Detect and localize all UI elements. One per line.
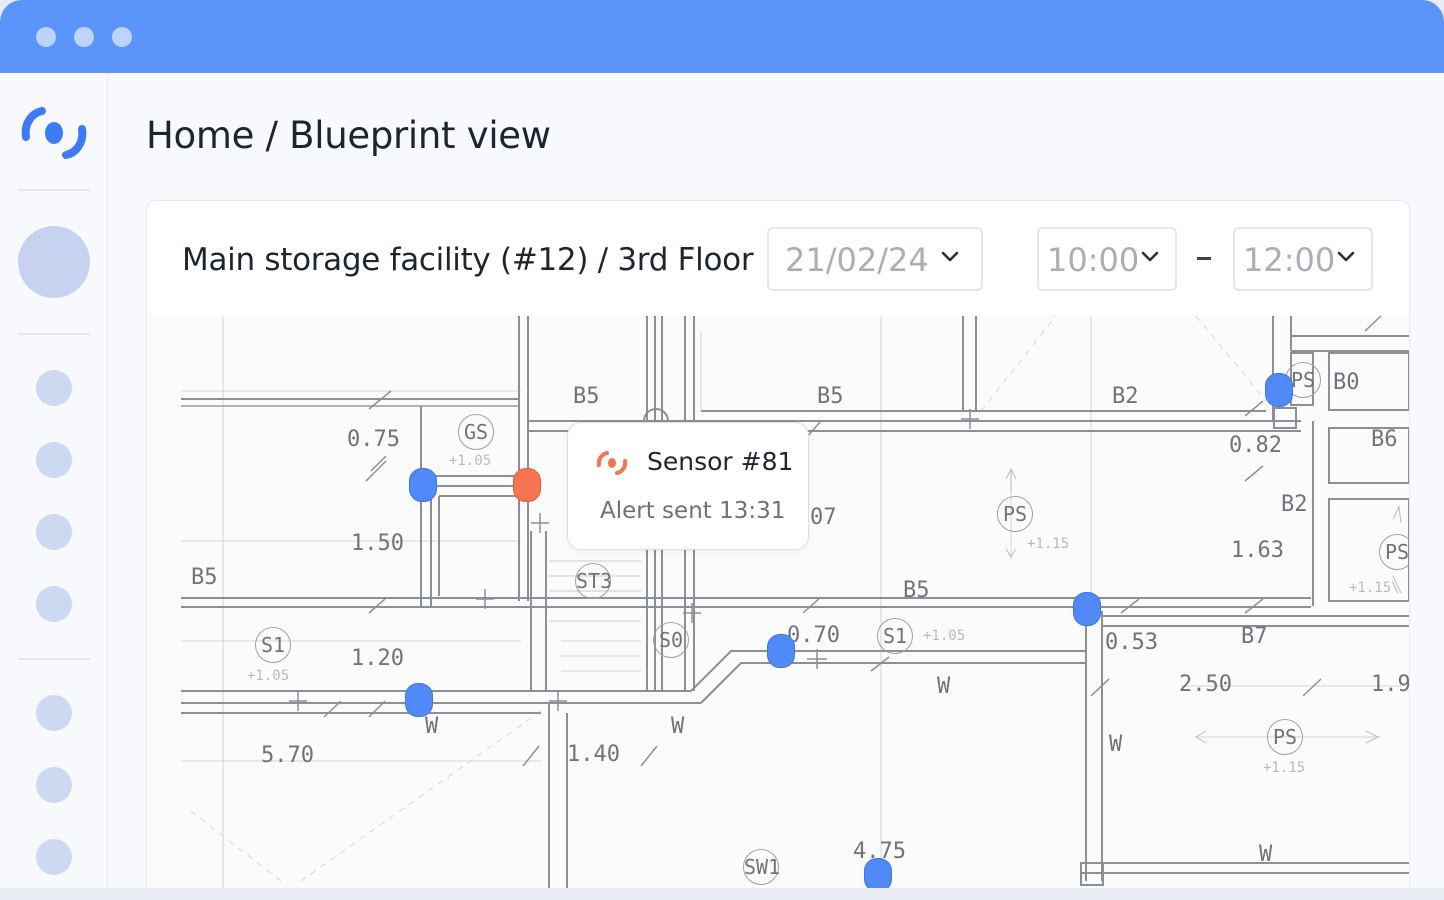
window-close-dot[interactable]	[36, 27, 56, 47]
blueprint-label: B6	[1371, 427, 1398, 452]
window-minimize-dot[interactable]	[74, 27, 94, 47]
blueprint-label: 0.75	[347, 427, 400, 452]
sensor-marker[interactable]	[409, 468, 437, 502]
blueprint-symbol: SW1	[743, 849, 780, 885]
blueprint-label: B5	[191, 565, 218, 590]
sidebar-divider	[18, 333, 90, 335]
blueprint-label: B5	[573, 384, 600, 409]
sidebar-divider	[18, 189, 90, 191]
blueprint-label: B2	[1112, 384, 1139, 409]
blueprint-label: 1.63	[1231, 538, 1284, 563]
blueprint-label: B5	[903, 578, 930, 603]
blueprint-label: 0.70	[787, 623, 840, 648]
time-to-value: 12:00	[1243, 241, 1336, 279]
blueprint-label: B7	[1241, 624, 1268, 649]
blueprint-label: W	[937, 674, 951, 699]
sensor-marker[interactable]	[864, 858, 892, 888]
brand-logo-icon[interactable]	[20, 107, 88, 159]
blueprint-label: 5.70	[261, 743, 314, 768]
sensor-marker[interactable]	[405, 683, 433, 717]
sidebar-nav-item-2[interactable]	[36, 442, 72, 478]
blueprint-elevation: +1.05	[923, 628, 966, 644]
blueprint-symbol: S1	[255, 627, 291, 663]
date-value: 21/02/24	[785, 241, 929, 279]
blueprint-canvas[interactable]: B5 B5 B2 B0 B6 B2 0.75 1.50 B5 1.20 5.70…	[147, 314, 1409, 888]
sensor-marker-alert[interactable]	[513, 468, 541, 502]
blueprint-label: W	[1259, 842, 1273, 867]
facility-title: Main storage facility (#12) / 3rd Floor	[182, 242, 754, 278]
user-avatar[interactable]	[18, 226, 90, 298]
sensor-marker[interactable]	[1073, 592, 1101, 626]
blueprint-symbol: GS	[458, 414, 494, 450]
blueprint-label: 1.40	[567, 742, 620, 767]
blueprint-label: B2	[1281, 492, 1308, 517]
blueprint-label: 1.50	[351, 531, 404, 556]
window-maximize-dot[interactable]	[112, 27, 132, 47]
blueprint-symbol: S1	[877, 618, 913, 654]
sensor-tooltip: Sensor #81 Alert sent 13:31	[567, 422, 809, 550]
tooltip-title: Sensor #81	[647, 447, 794, 476]
time-range-separator	[1197, 257, 1211, 260]
blueprint-label: 1.20	[351, 646, 404, 671]
time-to-select[interactable]: 12:00	[1233, 227, 1373, 291]
sidebar-nav-item-7[interactable]	[36, 839, 72, 875]
blueprint-symbol: PS	[997, 496, 1033, 532]
blueprint-elevation: +1.15	[1027, 536, 1070, 552]
sidebar	[0, 73, 108, 888]
blueprint-elevation: +1.15\	[1349, 580, 1400, 596]
sidebar-divider	[18, 658, 90, 660]
app-window: Home / Blueprint view Main storage facil…	[0, 0, 1444, 888]
blueprint-label: 0.82	[1229, 433, 1282, 458]
chevron-down-icon	[1337, 251, 1355, 262]
blueprint-elevation: +1.05	[247, 668, 290, 684]
chevron-down-icon	[941, 251, 959, 262]
sidebar-nav-item-5[interactable]	[36, 695, 72, 731]
sensor-marker[interactable]	[767, 634, 795, 668]
blueprint-label: 1.9	[1371, 672, 1410, 697]
blueprint-label: 07	[810, 505, 837, 530]
blueprint-label: W	[1109, 732, 1123, 757]
blueprint-symbol: PS	[1379, 534, 1409, 570]
blueprint-label: B5	[817, 384, 844, 409]
blueprint-symbol: S0	[653, 622, 689, 658]
brand-logo-alert-icon	[596, 451, 628, 475]
sensor-marker[interactable]	[1265, 373, 1293, 407]
blueprint-label: 2.50	[1179, 672, 1232, 697]
blueprint-label: 0.53	[1105, 630, 1158, 655]
tooltip-subtitle: Alert sent 13:31	[600, 498, 786, 524]
chevron-down-icon	[1141, 251, 1159, 262]
date-select[interactable]: 21/02/24	[767, 227, 983, 291]
blueprint-drawing	[181, 315, 1409, 888]
blueprint-label: W	[425, 714, 439, 739]
sidebar-nav-item-6[interactable]	[36, 767, 72, 803]
blueprint-label: W	[671, 714, 685, 739]
blueprint-elevation: +1.05	[449, 453, 492, 469]
sidebar-nav-item-1[interactable]	[36, 370, 72, 406]
time-from-value: 10:00	[1047, 241, 1140, 279]
blueprint-label: B0	[1333, 370, 1360, 395]
sidebar-nav-item-3[interactable]	[36, 514, 72, 550]
blueprint-elevation: +1.15	[1263, 760, 1306, 776]
time-from-select[interactable]: 10:00	[1037, 227, 1177, 291]
breadcrumb: Home / Blueprint view	[146, 114, 551, 157]
sidebar-nav-item-4[interactable]	[36, 586, 72, 622]
blueprint-symbol: ST3	[575, 563, 612, 599]
blueprint-symbol: PS	[1267, 719, 1303, 755]
window-titlebar	[0, 0, 1444, 73]
